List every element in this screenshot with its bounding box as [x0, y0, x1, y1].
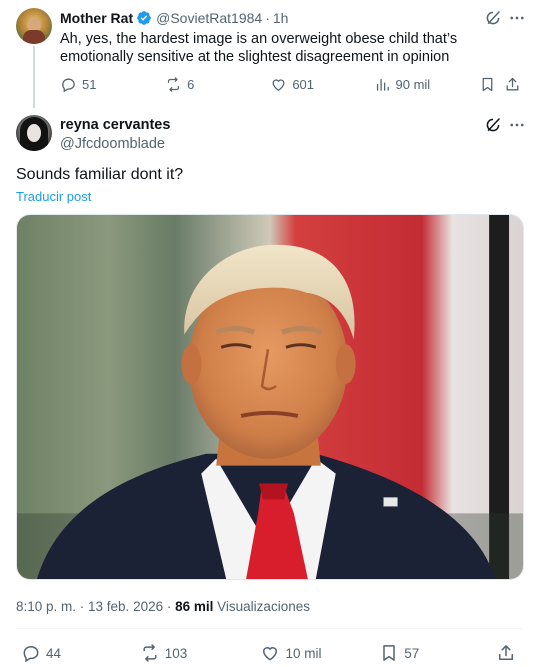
reply-button[interactable]: 51	[60, 76, 165, 93]
display-name[interactable]: reyna cervantes	[60, 117, 170, 133]
grok-icon[interactable]	[484, 116, 502, 134]
repost-button[interactable]: 103	[140, 643, 261, 663]
share-icon	[506, 77, 519, 91]
like-count: 601	[292, 77, 315, 92]
like-count: 10 mil	[285, 645, 322, 661]
tweet-meta: 8:10 p. m. · 13 feb. 2026 · 86 mil Visua…	[16, 599, 310, 614]
action-bar: 51 6 601 90 mil	[60, 76, 526, 93]
like-button[interactable]: 601	[270, 76, 373, 93]
views-button[interactable]: 90 mil	[374, 76, 479, 93]
timestamp[interactable]: 1h	[273, 10, 289, 26]
tweet-header: Mother Rat @SovietRat1984 · 1h	[60, 9, 288, 27]
views-count: 90 mil	[395, 77, 431, 92]
avatar[interactable]	[16, 115, 52, 151]
reply-button[interactable]: 44	[21, 643, 140, 663]
photo-image	[17, 215, 523, 579]
reply-count: 51	[82, 77, 97, 92]
views-icon	[376, 78, 389, 91]
reply-icon	[23, 645, 39, 663]
heart-icon	[272, 79, 285, 91]
views-count: 86 mil	[175, 599, 214, 614]
main-tweet: reyna cervantes @Jfcdoomblade Sounds fam…	[0, 110, 538, 667]
separator-dot: ·	[265, 10, 270, 26]
more-icon[interactable]	[508, 9, 526, 27]
reply-icon	[62, 78, 75, 93]
verified-badge-icon	[137, 11, 151, 25]
heart-icon	[263, 647, 278, 661]
tweet-photo[interactable]	[16, 214, 524, 580]
reply-count: 44	[46, 645, 62, 661]
translate-link[interactable]: Traducir post	[16, 189, 91, 204]
bookmark-count: 57	[404, 645, 420, 661]
share-button[interactable]	[504, 76, 526, 93]
handle[interactable]: @Jfcdoomblade	[60, 136, 165, 152]
action-bar: 44 103 10 mil 57	[21, 643, 521, 663]
display-name[interactable]: Mother Rat	[60, 10, 133, 26]
bookmark-icon	[482, 77, 493, 92]
repost-count: 103	[164, 645, 188, 661]
bookmark-icon	[383, 645, 395, 661]
repost-count: 6	[187, 77, 195, 92]
tweet-text: Sounds familiar dont it?	[16, 166, 184, 183]
divider	[16, 628, 522, 629]
handle[interactable]: @SovietRat1984	[156, 10, 262, 26]
avatar[interactable]	[16, 8, 52, 44]
views-label: Visualizaciones	[217, 599, 310, 614]
grok-icon[interactable]	[484, 9, 502, 27]
thread-line	[33, 46, 35, 108]
more-icon[interactable]	[508, 116, 526, 134]
repost-button[interactable]: 6	[165, 76, 270, 93]
share-button[interactable]	[496, 643, 521, 663]
like-button[interactable]: 10 mil	[260, 643, 379, 663]
tweet-text: Ah, yes, the hardest image is an overwei…	[60, 31, 458, 65]
repost-icon	[168, 77, 180, 92]
bookmark-button[interactable]: 57	[379, 643, 496, 663]
reply-tweet[interactable]: Mother Rat @SovietRat1984 · 1h Ah, yes, …	[0, 0, 538, 110]
repost-icon	[143, 644, 157, 662]
bookmark-button[interactable]	[479, 76, 504, 93]
timestamp[interactable]: 8:10 p. m. · 13 feb. 2026 ·	[16, 599, 171, 614]
share-icon	[499, 645, 513, 660]
